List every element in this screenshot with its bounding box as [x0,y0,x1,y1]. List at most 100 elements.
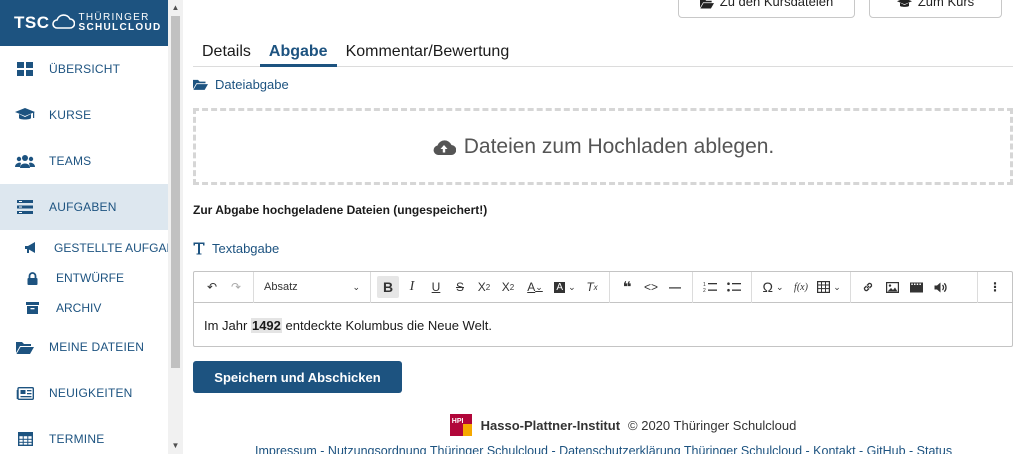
dropzone-text: Dateien zum Hochladen ablegen. [463,134,775,158]
audio-icon[interactable] [929,276,951,298]
editor-toolbar: ↶ ↷ Absatz ⌄ B I U S X2 X2 A ⌄ A ⌄ Tx ❝ … [194,271,1012,303]
font-color-icon[interactable]: A ⌄ [521,276,549,298]
rich-text-editor[interactable]: ↶ ↷ Absatz ⌄ B I U S X2 X2 A ⌄ A ⌄ Tx ❝ … [193,271,1013,347]
scrollbar-thumb[interactable] [171,16,180,368]
svg-text:2: 2 [703,288,706,293]
heading-select[interactable]: Absatz ⌄ [260,276,364,298]
italic-icon[interactable]: I [401,276,423,298]
folder-open-icon [15,341,35,354]
course-files-label: Zu den Kursdateien [719,0,834,9]
sidebar-item-label: KURSE [49,108,92,122]
toolbar-divider [977,271,978,303]
horizontal-line-icon[interactable]: — [664,276,686,298]
video-icon[interactable] [905,276,927,298]
sidebar-item-label: NEUIGKEITEN [49,386,133,400]
editor-text-before: Im Jahr [204,318,251,333]
uploaded-files-label: Zur Abgabe hochgeladene Dateien (ungespe… [193,203,488,217]
dashboard-icon [15,62,35,76]
file-submission-heading[interactable]: Dateiabgabe [193,77,289,92]
sidebar-item-teams[interactable]: TEAMS [0,138,168,184]
save-and-submit-button[interactable]: Speichern und Abschicken [193,361,402,393]
bullhorn-icon [24,242,38,254]
redo-icon[interactable]: ↷ [225,276,247,298]
to-course-button[interactable]: Zum Kurs [869,0,1002,18]
heading-select-value: Absatz [264,281,298,293]
sidebar-item-label: MEINE DATEIEN [49,340,145,354]
sidebar-subitem-archiv[interactable]: ARCHIV [0,293,168,323]
editor-text-after: entdeckte Kolumbus die Neue Welt. [281,318,492,333]
highlight-color-icon[interactable]: A ⌄ [551,276,579,298]
special-characters-icon[interactable]: Ω ⌄ [758,276,788,298]
blockquote-icon[interactable]: ❝ [616,276,638,298]
math-formula-icon[interactable]: f(x) [790,276,812,298]
newspaper-icon [15,386,35,400]
superscript-icon[interactable]: X2 [497,276,519,298]
sidebar-subitem-gestellte-aufgaben[interactable]: GESTELLTE AUFGABEN [0,233,168,263]
strikethrough-icon[interactable]: S [449,276,471,298]
bullet-list-icon[interactable] [723,276,745,298]
code-icon[interactable]: <> [640,276,662,298]
text-submission-label: Textabgabe [212,241,280,256]
calendar-icon [15,432,35,446]
file-dropzone[interactable]: Dateien zum Hochladen ablegen. [193,108,1013,185]
underline-icon[interactable]: U [425,276,447,298]
sidebar-subitem-label: GESTELLTE AUFGABEN [54,241,168,255]
sidebar-subitem-label: ARCHIV [56,301,102,315]
numbered-list-icon[interactable]: 12 [699,276,721,298]
remove-format-icon[interactable]: Tx [581,276,603,298]
logo-name: THÜRINGER SCHULCLOUD [78,12,162,33]
main-content: Zu den Kursdateien Zum Kurs Details Abga… [193,0,1013,454]
folder-open-icon [193,79,208,90]
image-icon[interactable] [881,276,903,298]
sidebar-subitem-entwuerfe[interactable]: ENTWÜRFE [0,263,168,293]
hpi-name[interactable]: Hasso-Plattner-Institut [481,418,620,433]
sidebar: TSC THÜRINGER SCHULCLOUD ÜBERSICHT KURSE… [0,0,168,454]
scroll-up-arrow[interactable]: ▲ [171,2,180,14]
text-submission-heading[interactable]: Textabgabe [193,241,279,256]
logo[interactable]: TSC THÜRINGER SCHULCLOUD [0,0,168,46]
sidebar-item-neuigkeiten[interactable]: NEUIGKEITEN [0,370,168,416]
toolbar-divider [751,271,752,303]
editor-content[interactable]: Im Jahr 1492 entdeckte Kolumbus die Neue… [194,303,1012,348]
toolbar-divider [370,271,371,303]
sidebar-item-kurse[interactable]: KURSE [0,92,168,138]
logo-short: TSC [14,13,50,32]
sidebar-scrollbar[interactable]: ▲ ▼ [168,0,183,454]
copyright-text: © 2020 Thüringer Schulcloud [628,417,797,433]
more-options-icon[interactable]: ⋮ [984,276,1006,298]
footer: HPI Hasso-Plattner-Institut © 2020 Thüri… [193,414,1013,454]
users-icon [15,154,35,168]
table-icon[interactable]: ⌄ [814,276,844,298]
cloud-upload-icon [432,138,456,156]
link-icon[interactable] [857,276,879,298]
footer-credits: HPI Hasso-Plattner-Institut © 2020 Thüri… [193,414,1013,436]
sidebar-item-termine[interactable]: TERMINE [0,416,168,454]
undo-icon[interactable]: ↶ [201,276,223,298]
tab-abgabe[interactable]: Abgabe [259,42,337,67]
cloud-icon [51,13,75,34]
graduation-cap-icon [896,0,912,9]
sidebar-item-meine-dateien[interactable]: MEINE DATEIEN [0,324,168,370]
editor-text-highlighted: 1492 [250,318,282,333]
course-files-button[interactable]: Zu den Kursdateien [678,0,855,18]
chevron-down-icon: ⌄ [352,281,360,292]
toolbar-divider [692,271,693,303]
archive-icon [24,302,40,314]
sidebar-item-label: TERMINE [49,432,105,446]
subscript-icon[interactable]: X2 [473,276,495,298]
submission-tabs: Details Abgabe Kommentar/Bewertung [193,42,1013,67]
toolbar-divider [609,271,610,303]
scroll-down-arrow[interactable]: ▼ [171,440,180,452]
bold-icon[interactable]: B [377,276,399,298]
tab-kommentar-bewertung[interactable]: Kommentar/Bewertung [337,42,519,67]
footer-links[interactable]: Impressum - Nutzungsordnung Thüringer Sc… [255,444,952,454]
hpi-logo[interactable]: HPI [449,414,472,436]
sidebar-item-uebersicht[interactable]: ÜBERSICHT [0,46,168,92]
toolbar-divider [253,271,254,303]
sidebar-item-label: TEAMS [49,154,92,168]
sidebar-subitem-label: ENTWÜRFE [56,271,124,285]
toolbar-divider [850,271,851,303]
file-submission-label: Dateiabgabe [215,77,289,92]
sidebar-item-aufgaben[interactable]: AUFGABEN [0,184,168,230]
tab-details[interactable]: Details [193,42,260,67]
